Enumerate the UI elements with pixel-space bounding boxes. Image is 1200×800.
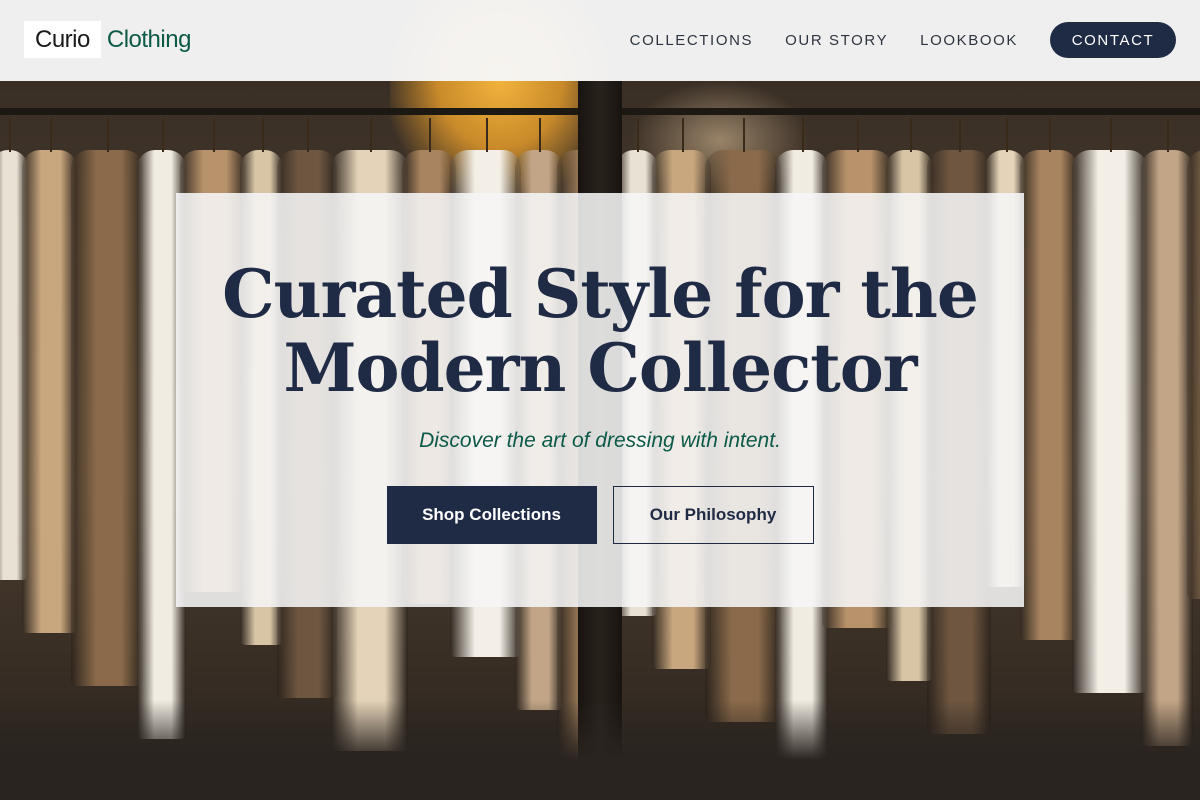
hanger [1109, 118, 1112, 152]
shop-collections-button[interactable]: Shop Collections [386, 486, 597, 544]
nav-link-collections[interactable]: COLLECTIONS [630, 32, 753, 49]
hanger [485, 118, 488, 152]
garment [1187, 150, 1200, 599]
garment [22, 150, 77, 633]
hanger [1049, 118, 1051, 152]
hanger [801, 118, 804, 152]
hanger [857, 118, 859, 152]
contact-button[interactable]: CONTACT [1050, 22, 1176, 58]
logo-secondary-text: Clothing [106, 25, 192, 53]
hero-tagline: Discover the art of dressing with intent… [419, 429, 781, 452]
hanger [909, 118, 912, 152]
garment [1072, 150, 1147, 693]
hanger [743, 118, 745, 152]
hanger [429, 118, 431, 152]
hanger [681, 118, 684, 152]
hanger [161, 118, 164, 152]
hanger [107, 118, 109, 152]
hanger [959, 118, 961, 152]
site-header: Curio Clothing COLLECTIONS OUR STORY LOO… [0, 0, 1200, 81]
hanger [637, 118, 639, 152]
hero-headline-line-1: Curated Style for the [222, 255, 979, 333]
main-nav: COLLECTIONS OUR STORY LOOKBOOK CONTACT [630, 22, 1176, 58]
hero-headline-line-2: Modern Collector [283, 329, 917, 407]
hanger [1167, 118, 1169, 152]
garment [1020, 150, 1078, 640]
hanger [261, 118, 264, 152]
hero-headline: Curated Style for the Modern Collector [176, 257, 1024, 405]
cta-row: Shop Collections Our Philosophy [176, 486, 1024, 544]
hanger [1005, 118, 1008, 152]
nav-link-our-story[interactable]: OUR STORY [785, 32, 888, 49]
garment [1141, 150, 1193, 746]
our-philosophy-button[interactable]: Our Philosophy [612, 486, 814, 544]
garment [71, 150, 143, 686]
floor-shadow [0, 700, 1200, 800]
nav-link-lookbook[interactable]: LOOKBOOK [920, 32, 1018, 49]
hanger [213, 118, 215, 152]
hanger [539, 118, 541, 152]
brand-logo[interactable]: Curio Clothing [24, 21, 191, 58]
hanger [9, 118, 11, 152]
logo-primary-text: Curio [24, 21, 101, 58]
hero-card: Curated Style for the Modern Collector D… [176, 193, 1024, 607]
hanger [307, 118, 309, 152]
hanger [49, 118, 52, 152]
hanger [369, 118, 372, 152]
